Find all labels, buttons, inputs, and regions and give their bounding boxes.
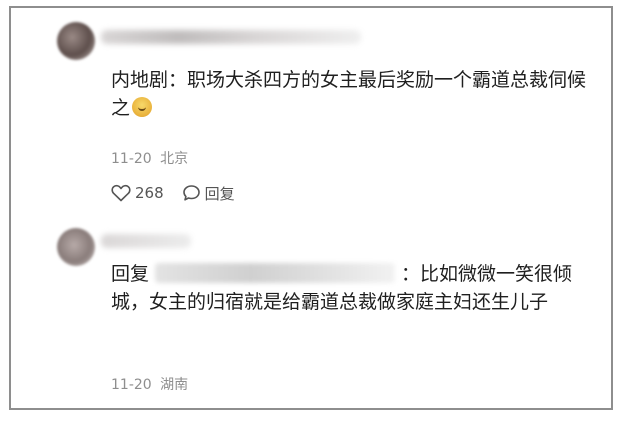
username-redacted[interactable] xyxy=(101,30,361,44)
like-count: 268 xyxy=(135,184,164,202)
comment-meta: 11-20 湖南 xyxy=(111,374,188,394)
replied-username-redacted[interactable] xyxy=(155,263,396,283)
comment-text-body: 内地剧：职场大杀四方的女主最后奖励一个霸道总裁伺候之 xyxy=(111,69,587,119)
comment-actions: 268 回复 xyxy=(111,182,253,204)
comment-location: 北京 xyxy=(160,151,189,167)
reply-prefix: 回复 xyxy=(111,263,150,285)
username-redacted[interactable] xyxy=(101,234,191,248)
reply-button[interactable]: 回复 xyxy=(182,183,235,204)
reply-button[interactable]: 回复 xyxy=(182,409,235,411)
avatar[interactable] xyxy=(57,22,95,60)
smiling-face-emoji-icon xyxy=(132,97,153,117)
like-button[interactable]: 268 xyxy=(111,184,164,202)
comment-date: 11-20 xyxy=(111,151,152,167)
comment-meta: 11-20 北京 xyxy=(111,148,188,168)
avatar[interactable] xyxy=(57,228,95,266)
comment-section: 内地剧：职场大杀四方的女主最后奖励一个霸道总裁伺候之 11-20 北京 268 … xyxy=(9,6,613,410)
heart-outline-icon xyxy=(111,184,131,202)
comment-location: 湖南 xyxy=(160,377,189,393)
comment-actions: 135 回复 xyxy=(111,408,253,410)
comment-text: 内地剧：职场大杀四方的女主最后奖励一个霸道总裁伺候之 xyxy=(111,66,591,122)
speech-bubble-outline-icon xyxy=(182,185,200,201)
reply-label: 回复 xyxy=(205,409,235,411)
reply-label: 回复 xyxy=(204,184,235,203)
comment-text: 回复 ：比如微微一笑很倾城，女主的归宿就是给霸道总裁做家庭主妇还生儿子 xyxy=(111,260,591,316)
comment-date: 11-20 xyxy=(111,377,152,393)
